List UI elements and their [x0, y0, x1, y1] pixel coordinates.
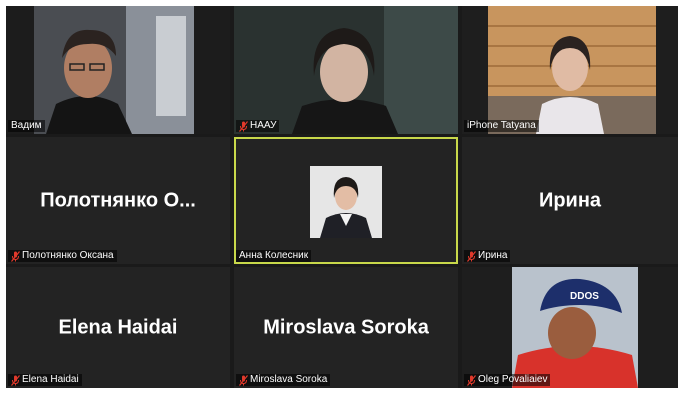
participant-name-label: Ирина: [464, 250, 511, 262]
participant-tile-polotnyanko[interactable]: Полотнянко О... Полотнянко Оксана: [6, 137, 230, 264]
participant-name-label: Анна Колесник: [236, 250, 312, 262]
participant-name-label: Полотнянко Оксана: [8, 250, 117, 262]
participant-tile-naau[interactable]: НААУ: [234, 6, 458, 134]
participant-name-label: Oleg Povaliaiev: [464, 374, 551, 386]
participant-name-label: Elena Haidai: [8, 374, 82, 386]
participant-name-label: НААУ: [236, 120, 280, 132]
participant-name-label: Miroslava Soroka: [236, 374, 331, 386]
participant-display-name: Полотнянко О...: [40, 189, 196, 211]
participant-display-name: Miroslava Soroka: [263, 316, 429, 338]
participant-tile-povaliaiev[interactable]: DDOS Oleg Povaliaiev: [462, 267, 678, 388]
video-grid: Вадим НААУ iPhone Tatyana Полотнянко О..…: [6, 6, 678, 388]
participant-name-label: Вадим: [8, 120, 45, 132]
participant-tile-kolesnik[interactable]: Анна Колесник: [234, 137, 458, 264]
profile-picture: [310, 166, 382, 238]
participant-tile-vadim[interactable]: Вадим: [6, 6, 230, 134]
participant-tile-haidai[interactable]: Elena Haidai Elena Haidai: [6, 267, 230, 388]
muted-mic-icon: [11, 250, 20, 262]
participant-video-naau: [234, 6, 458, 134]
participant-tile-tatyana[interactable]: iPhone Tatyana: [462, 6, 678, 134]
cap-logo-text: DDOS: [570, 291, 599, 302]
participant-name-label: iPhone Tatyana: [464, 120, 539, 132]
muted-mic-icon: [467, 374, 476, 386]
participant-tile-soroka[interactable]: Miroslava Soroka Miroslava Soroka: [234, 267, 458, 388]
participant-video-povaliaiev: DDOS: [462, 267, 678, 388]
participant-tile-irina[interactable]: Ирина Ирина: [462, 137, 678, 264]
muted-mic-icon: [239, 374, 248, 386]
participant-display-name: Elena Haidai: [58, 316, 178, 338]
participant-video-vadim: [6, 6, 230, 134]
muted-mic-icon: [11, 374, 20, 386]
muted-mic-icon: [239, 120, 248, 132]
participant-display-name: Ирина: [538, 189, 602, 211]
participant-video-tatyana: [462, 6, 678, 134]
muted-mic-icon: [467, 250, 476, 262]
